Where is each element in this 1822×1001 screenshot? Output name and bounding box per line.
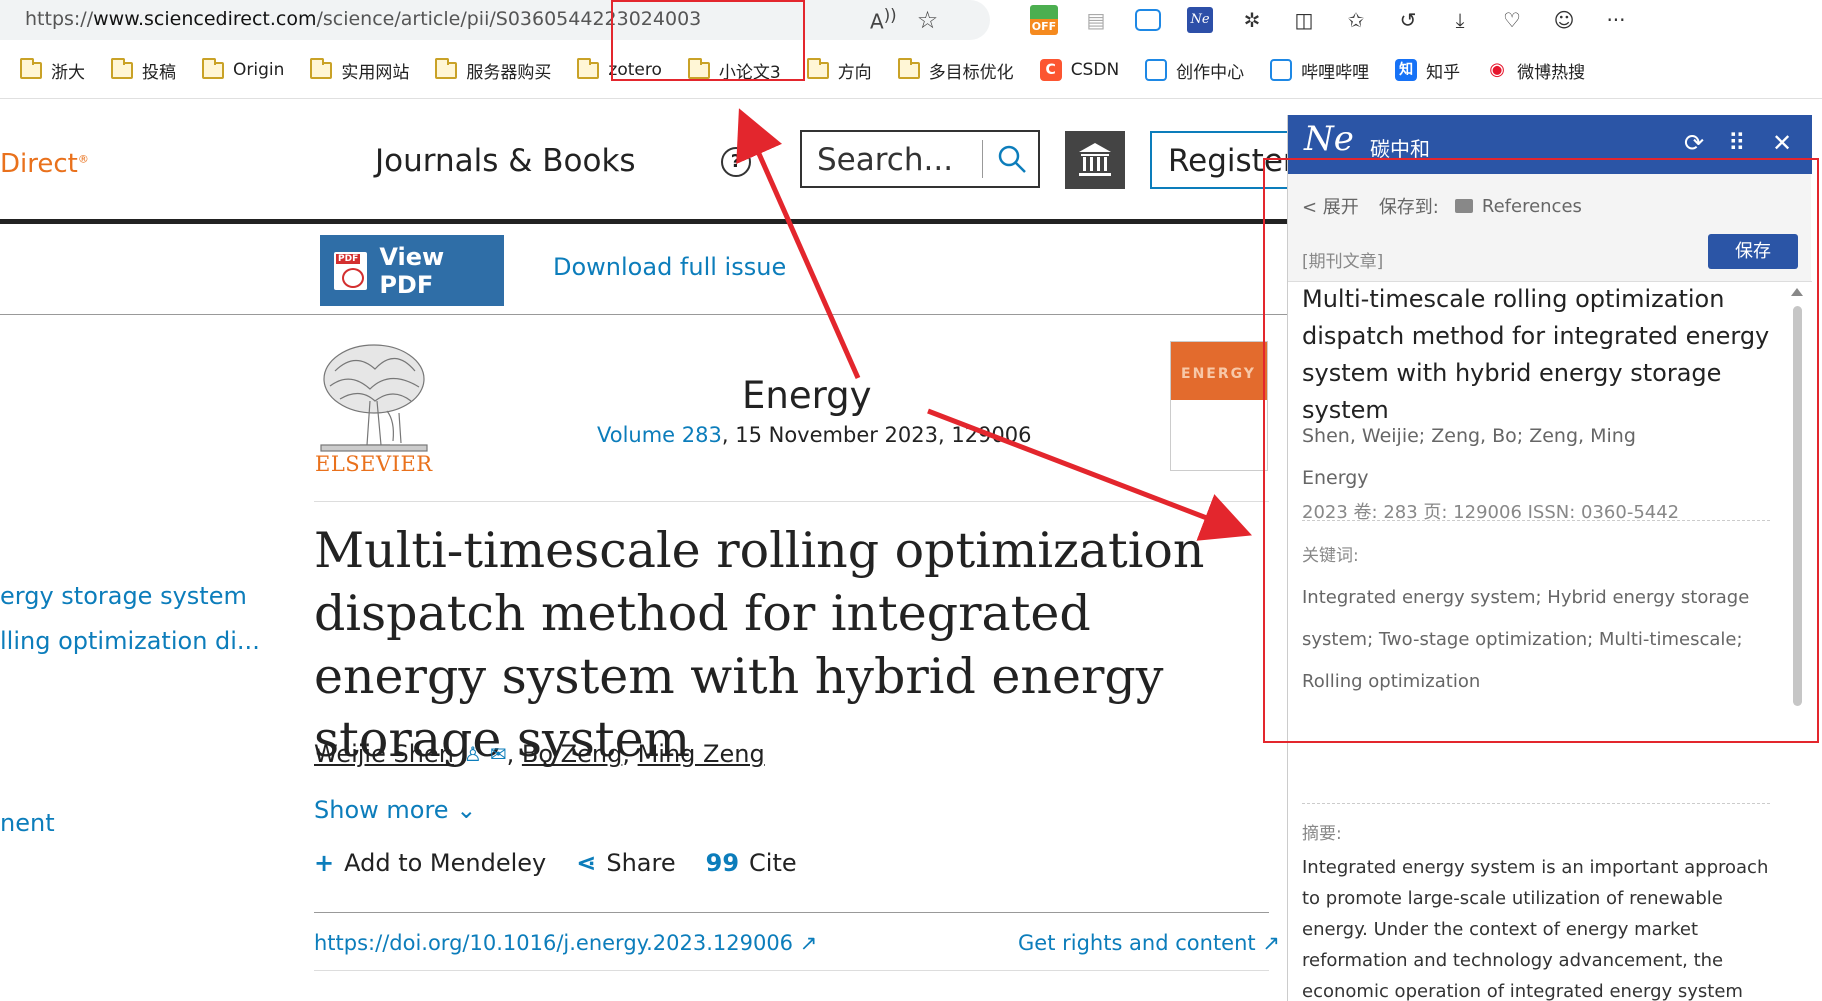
folder-icon (897, 57, 920, 79)
volume-link[interactable]: Volume 283 (597, 423, 722, 447)
doi-link[interactable]: https://doi.org/10.1016/j.energy.2023.12… (314, 931, 817, 955)
envelope-icon[interactable]: ✉ (490, 742, 507, 766)
volume-line: Volume 283, 15 November 2023, 129006 (597, 423, 1032, 447)
apps-grid-icon[interactable]: ⠿ (1728, 129, 1746, 157)
outline-item[interactable]: nent (0, 809, 55, 837)
annotation-box-url (611, 0, 805, 81)
bookmark-bilibili[interactable]: 哔哩哔哩 (1270, 58, 1369, 83)
author-link[interactable]: Ming Zeng (638, 740, 765, 768)
section-divider (314, 501, 1269, 502)
outline-item[interactable]: ergy storage system (0, 582, 247, 610)
folder-icon (310, 57, 333, 79)
search-icon[interactable] (997, 144, 1027, 174)
folder-icon (577, 57, 600, 79)
show-more-button[interactable]: Show more ⌄ (314, 796, 476, 824)
external-link-icon: ↗ (1262, 931, 1280, 955)
bookmark-tougao[interactable]: 投稿 (111, 57, 176, 83)
close-icon[interactable]: ✕ (1772, 129, 1792, 157)
bookmark-zhihu[interactable]: 知知乎 (1395, 58, 1460, 83)
outline-item[interactable]: lling optimization di... (0, 627, 260, 655)
person-icon[interactable]: ♙ (464, 742, 482, 766)
share-icon: ⋖ (576, 849, 597, 877)
zhihu-icon: 知 (1395, 59, 1418, 81)
more-menu-icon[interactable]: ··· (1590, 4, 1642, 36)
record-abstract: Integrated energy system is an important… (1302, 857, 1769, 1001)
pdf-icon (334, 251, 368, 290)
rights-content-link[interactable]: Get rights and content ↗ (1018, 931, 1280, 955)
journal-name[interactable]: Energy (742, 374, 872, 417)
history-icon[interactable]: ↺ (1382, 4, 1434, 36)
address-text[interactable]: https://www.sciencedirect.com/science/ar… (25, 8, 701, 30)
weibo-icon: ◉ (1486, 59, 1509, 81)
chevron-down-icon: ⌄ (456, 796, 477, 824)
browser-essentials-icon[interactable]: ♡ (1486, 4, 1538, 36)
cite-button[interactable]: 99 Cite (706, 849, 797, 877)
search-box[interactable]: Search... (800, 130, 1040, 188)
adblock-off-extension-icon[interactable]: OFF (1018, 4, 1070, 36)
journals-books-link[interactable]: Journals & Books (375, 143, 636, 179)
record-separator (1302, 803, 1770, 804)
bookmark-multiobjective[interactable]: 多目标优化 (897, 57, 1014, 83)
plus-icon: + (314, 849, 335, 877)
article-title: Multi-timescale rolling optimization dis… (314, 522, 1205, 768)
bookmark-weibo[interactable]: ◉ 微博热搜 (1486, 58, 1585, 83)
bookmark-useful-sites[interactable]: 实用网站 (310, 57, 409, 83)
bookmark-direction[interactable]: 方向 (806, 57, 872, 83)
folder-icon (435, 57, 458, 79)
folder-icon (20, 57, 42, 79)
search-input[interactable]: Search... (817, 142, 953, 178)
read-aloud-icon[interactable]: A)) (870, 6, 897, 34)
browser-toolbar: https://www.sciencedirect.com/science/ar… (0, 0, 1822, 40)
article-actions: + Add to Mendeley ⋖ Share 99 Cite (314, 849, 827, 877)
header-divider (0, 219, 1300, 224)
elsevier-tree-logo[interactable] (315, 341, 433, 461)
author-link[interactable]: Bo Zeng (522, 740, 622, 768)
actions-divider (314, 912, 1269, 913)
downloads-icon[interactable]: ⤓ (1434, 4, 1486, 36)
annotation-box-panel (1263, 158, 1819, 743)
folder-icon (806, 57, 829, 79)
folder-icon (111, 57, 133, 79)
abstract-label: 摘要: (1302, 824, 1342, 844)
journal-cover-thumbnail[interactable]: ENERGY (1170, 341, 1268, 471)
author-list: Weijie Shen ♙ ✉, Bo Zeng, Ming Zeng (314, 740, 765, 768)
sciencedirect-logo[interactable]: Direct® (0, 149, 89, 179)
quote-icon: 99 (705, 849, 740, 877)
author-link[interactable]: Weijie Shen (314, 740, 454, 768)
external-link-icon: ↗ (799, 931, 818, 955)
view-pdf-button[interactable]: View PDF (320, 235, 504, 306)
bookmark-csdn[interactable]: C CSDN (1039, 59, 1119, 81)
bookmark-creator-center[interactable]: 创作中心 (1145, 58, 1244, 83)
favorite-star-icon[interactable]: ☆ (917, 6, 939, 34)
reader-page-icon[interactable]: ▤ (1070, 4, 1122, 36)
bookmarks-bar: 浙大 投稿 Origin 实用网站 服务器购买 zotero 小论文3 方向 多… (0, 48, 1822, 92)
noteexpress-logo: Ne (1304, 119, 1354, 159)
share-button[interactable]: ⋖ Share (576, 849, 675, 877)
toolbar-divider (0, 314, 1300, 315)
bilibili-extension-icon[interactable] (1122, 4, 1174, 36)
help-icon[interactable]: ? (721, 147, 751, 177)
favorites-icon[interactable]: ✩ (1330, 4, 1382, 36)
download-full-issue-link[interactable]: Download full issue (553, 253, 786, 281)
add-to-mendeley-button[interactable]: + Add to Mendeley (314, 849, 546, 877)
institution-icon (1079, 143, 1111, 176)
bilibili-icon (1270, 59, 1293, 81)
extensions-puzzle-icon[interactable]: ✲ (1226, 4, 1278, 36)
bookmark-server-purchase[interactable]: 服务器购买 (435, 57, 551, 83)
institution-button[interactable] (1065, 131, 1125, 189)
bookmark-zheda[interactable]: 浙大 (20, 57, 85, 83)
csdn-icon: C (1039, 59, 1062, 81)
address-bar[interactable]: https://www.sciencedirect.com/science/ar… (0, 0, 990, 40)
elsevier-wordmark: ELSEVIER (315, 452, 433, 476)
doi-divider (314, 970, 1269, 971)
noteexpress-extension-icon[interactable]: Ne (1174, 4, 1226, 36)
refresh-icon[interactable]: ⟳ (1684, 129, 1704, 157)
bookmark-origin[interactable]: Origin (202, 57, 284, 80)
bilibili-icon (1145, 59, 1168, 81)
folder-icon (202, 57, 224, 79)
split-screen-icon[interactable]: ◫ (1278, 4, 1330, 36)
profile-avatar-icon[interactable]: ☺ (1538, 4, 1590, 36)
